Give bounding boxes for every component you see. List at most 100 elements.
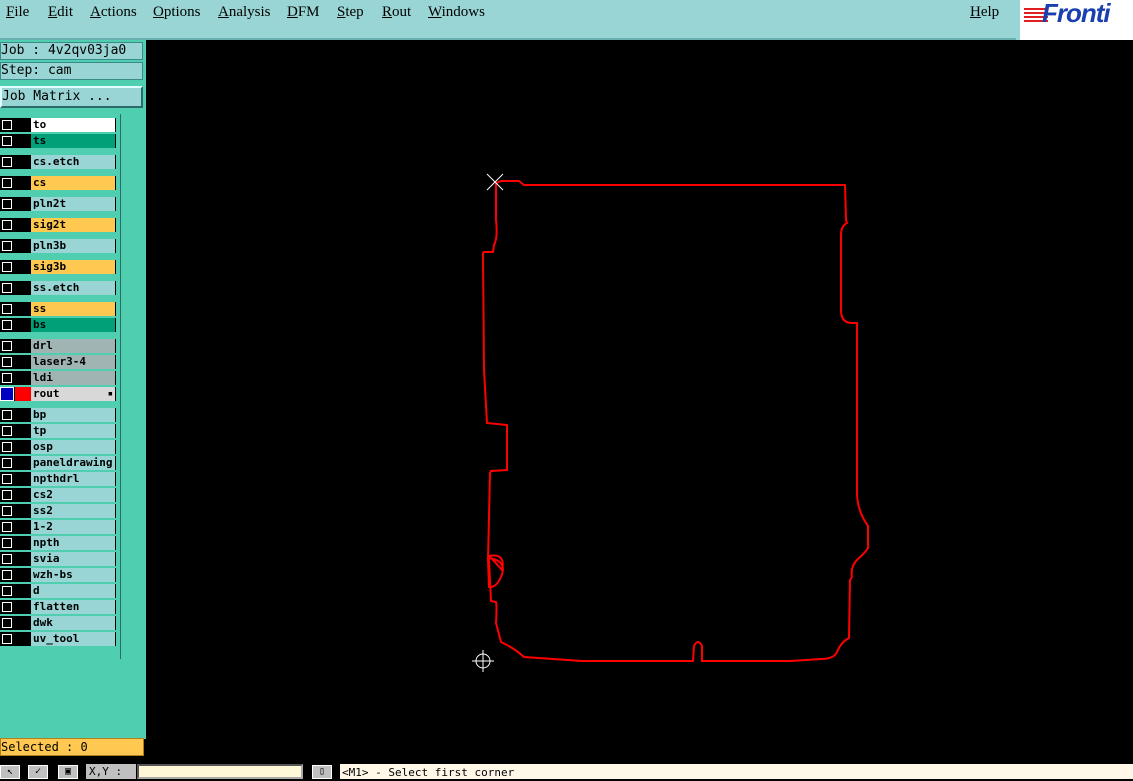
layer-checkbox[interactable]	[2, 410, 12, 420]
xy-input[interactable]	[137, 764, 303, 779]
menu-windows[interactable]: Windows	[428, 4, 485, 21]
layer-name[interactable]: osp	[31, 440, 115, 454]
layer-checkbox[interactable]	[2, 522, 12, 532]
layer-checkbox[interactable]	[2, 426, 12, 436]
layer-name[interactable]: tp	[31, 424, 115, 438]
layer-row-cs2[interactable]: cs2	[0, 488, 116, 502]
layer-checkbox[interactable]	[2, 634, 12, 644]
layer-name[interactable]: drl	[31, 339, 115, 353]
menu-dfm[interactable]: DFM	[287, 4, 320, 21]
layer-row-ss.etch[interactable]: ss.etch	[0, 281, 116, 295]
layer-checkbox[interactable]	[2, 490, 12, 500]
layer-name[interactable]: wzh-bs	[31, 568, 115, 582]
layer-name[interactable]: to	[31, 118, 115, 132]
layer-checkbox[interactable]	[2, 199, 12, 209]
layer-checkbox[interactable]	[0, 387, 14, 401]
layer-checkbox[interactable]	[2, 506, 12, 516]
menu-file[interactable]: File	[6, 4, 29, 21]
layer-name[interactable]: sig3b	[31, 260, 115, 274]
layer-row-sig2t[interactable]: sig2t	[0, 218, 116, 232]
layer-row-osp[interactable]: osp	[0, 440, 116, 454]
menu-step[interactable]: Step	[337, 4, 364, 21]
layer-checkbox[interactable]	[2, 120, 12, 130]
layer-row-pln3b[interactable]: pln3b	[0, 239, 116, 253]
layer-name[interactable]: cs	[31, 176, 115, 190]
layer-row-dwk[interactable]: dwk	[0, 616, 116, 630]
layer-checkbox[interactable]	[2, 320, 12, 330]
layer-checkbox[interactable]	[2, 157, 12, 167]
layer-checkbox[interactable]	[2, 474, 12, 484]
layer-checkbox[interactable]	[2, 554, 12, 564]
layer-checkbox[interactable]	[2, 570, 12, 580]
layer-name[interactable]: ss	[31, 302, 115, 316]
layer-row-d[interactable]: d	[0, 584, 116, 598]
layer-row-flatten[interactable]: flatten	[0, 600, 116, 614]
layer-checkbox[interactable]	[2, 458, 12, 468]
menu-help[interactable]: Help	[970, 4, 999, 21]
menu-edit[interactable]: Edit	[48, 4, 73, 21]
layer-name[interactable]: paneldrawing	[31, 456, 115, 470]
layer-name[interactable]: ldi	[31, 371, 115, 385]
layer-row-ss[interactable]: ss	[0, 302, 116, 316]
layer-row-bs[interactable]: bs	[0, 318, 116, 332]
layer-row-ss2[interactable]: ss2	[0, 504, 116, 518]
layer-checkbox[interactable]	[2, 178, 12, 188]
layer-name[interactable]: cs.etch	[31, 155, 115, 169]
layer-checkbox[interactable]	[2, 262, 12, 272]
layer-row-npthdrl[interactable]: npthdrl	[0, 472, 116, 486]
layer-name[interactable]: rout ▪	[31, 387, 115, 401]
layer-name[interactable]: uv_tool	[31, 632, 115, 646]
layer-checkbox[interactable]	[2, 283, 12, 293]
check-icon[interactable]: ✓	[28, 765, 48, 779]
layer-name[interactable]: 1-2	[31, 520, 115, 534]
layer-name[interactable]: pln2t	[31, 197, 115, 211]
layer-name[interactable]: laser3-4	[31, 355, 115, 369]
layer-row-ts[interactable]: ts	[0, 134, 116, 148]
layer-name[interactable]: bp	[31, 408, 115, 422]
layer-row-tp[interactable]: tp	[0, 424, 116, 438]
layer-name[interactable]: cs2	[31, 488, 115, 502]
layer-row-pln2t[interactable]: pln2t	[0, 197, 116, 211]
layer-checkbox[interactable]	[2, 538, 12, 548]
layer-checkbox[interactable]	[2, 241, 12, 251]
pointer-icon[interactable]: ↖	[0, 765, 20, 779]
layer-checkbox[interactable]	[2, 618, 12, 628]
layer-checkbox[interactable]	[2, 136, 12, 146]
layer-name[interactable]: ss2	[31, 504, 115, 518]
layer-name[interactable]: svia	[31, 552, 115, 566]
menu-rout[interactable]: Rout	[382, 4, 411, 21]
layer-name[interactable]: ss.etch	[31, 281, 115, 295]
layer-checkbox[interactable]	[2, 341, 12, 351]
layer-row-cs[interactable]: cs	[0, 176, 116, 190]
menu-analysis[interactable]: Analysis	[218, 4, 271, 21]
layer-row-bp[interactable]: bp	[0, 408, 116, 422]
layer-row-svia[interactable]: svia	[0, 552, 116, 566]
layer-row-uv_tool[interactable]: uv_tool	[0, 632, 116, 646]
layer-row-ldi[interactable]: ldi	[0, 371, 116, 385]
layer-row-wzh-bs[interactable]: wzh-bs	[0, 568, 116, 582]
toggle-icon[interactable]: ▯	[312, 765, 332, 779]
layer-checkbox[interactable]	[2, 602, 12, 612]
layer-name[interactable]: sig2t	[31, 218, 115, 232]
layer-row-cs.etch[interactable]: cs.etch	[0, 155, 116, 169]
layer-name[interactable]: npthdrl	[31, 472, 115, 486]
graphic-canvas[interactable]	[146, 40, 1133, 762]
grid-icon[interactable]: ▣	[58, 765, 78, 779]
layer-checkbox[interactable]	[2, 442, 12, 452]
layer-row-paneldrawing[interactable]: paneldrawing	[0, 456, 116, 470]
layer-name[interactable]: d	[31, 584, 115, 598]
layer-checkbox[interactable]	[2, 373, 12, 383]
menu-actions[interactable]: Actions	[90, 4, 137, 21]
layer-row-drl[interactable]: drl	[0, 339, 116, 353]
layer-row-1-2[interactable]: 1-2	[0, 520, 116, 534]
layer-name[interactable]: flatten	[31, 600, 115, 614]
layer-name[interactable]: pln3b	[31, 239, 115, 253]
layer-name[interactable]: npth	[31, 536, 115, 550]
layer-row-rout[interactable]: rout ▪	[0, 387, 116, 401]
menu-options[interactable]: Options	[153, 4, 201, 21]
layer-row-sig3b[interactable]: sig3b	[0, 260, 116, 274]
layer-checkbox[interactable]	[2, 220, 12, 230]
layer-row-to[interactable]: to	[0, 118, 116, 132]
layer-checkbox[interactable]	[2, 357, 12, 367]
layer-checkbox[interactable]	[2, 304, 12, 314]
